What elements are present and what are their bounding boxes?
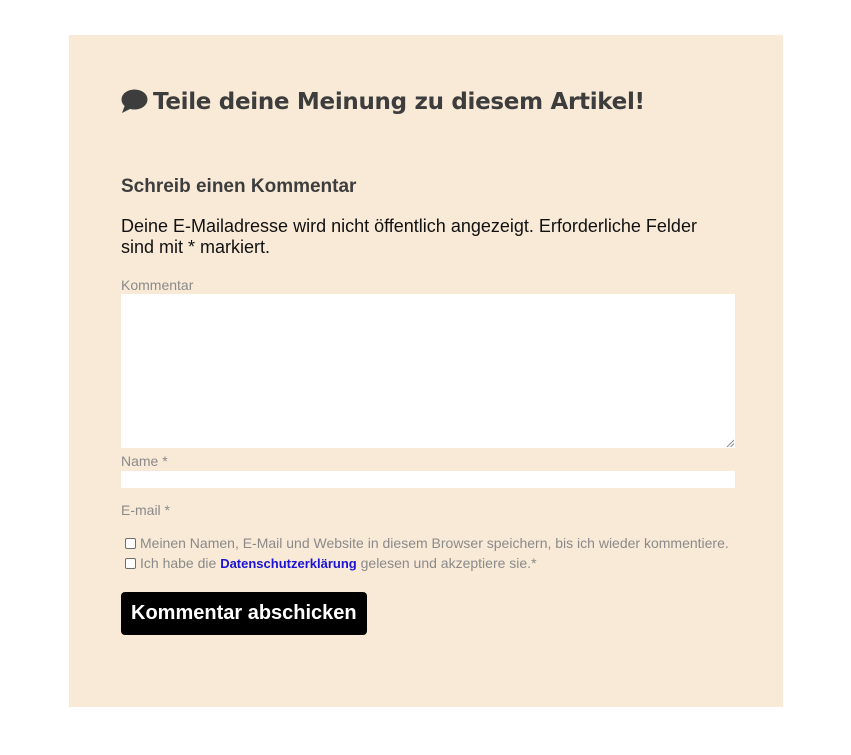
section-heading: Teile deine Meinung zu diesem Artikel! — [121, 89, 645, 115]
comment-label: Kommentar — [121, 277, 194, 293]
privacy-consent-checkbox[interactable] — [125, 557, 136, 569]
save-consent-row: Meinen Namen, E-Mail und Website in dies… — [125, 535, 729, 551]
privacy-consent-prefix: Ich habe die — [140, 555, 217, 571]
privacy-consent-row: Ich habe die Datenschutzerklärung gelese… — [125, 555, 537, 571]
section-heading-text: Teile deine Meinung zu diesem Artikel! — [153, 89, 645, 115]
email-notice: Deine E-Mailadresse wird nicht öffentlic… — [121, 216, 697, 257]
name-input[interactable] — [121, 471, 735, 488]
name-label: Name * — [121, 453, 168, 469]
speech-bubble-icon — [121, 89, 148, 115]
comment-section: Teile deine Meinung zu diesem Artikel! S… — [69, 35, 783, 707]
resize-grip-icon[interactable] — [726, 439, 734, 447]
privacy-consent-suffix: gelesen und akzeptiere sie.* — [360, 555, 537, 571]
save-consent-checkbox[interactable] — [125, 537, 136, 549]
save-consent-label: Meinen Namen, E-Mail und Website in dies… — [140, 535, 729, 551]
comment-textarea[interactable] — [121, 294, 735, 448]
form-title: Schreib einen Kommentar — [121, 176, 357, 197]
submit-comment-button[interactable]: Kommentar abschicken — [121, 592, 367, 635]
privacy-policy-link[interactable]: Datenschutzerklärung — [220, 556, 357, 571]
email-label: E-mail * — [121, 502, 171, 518]
